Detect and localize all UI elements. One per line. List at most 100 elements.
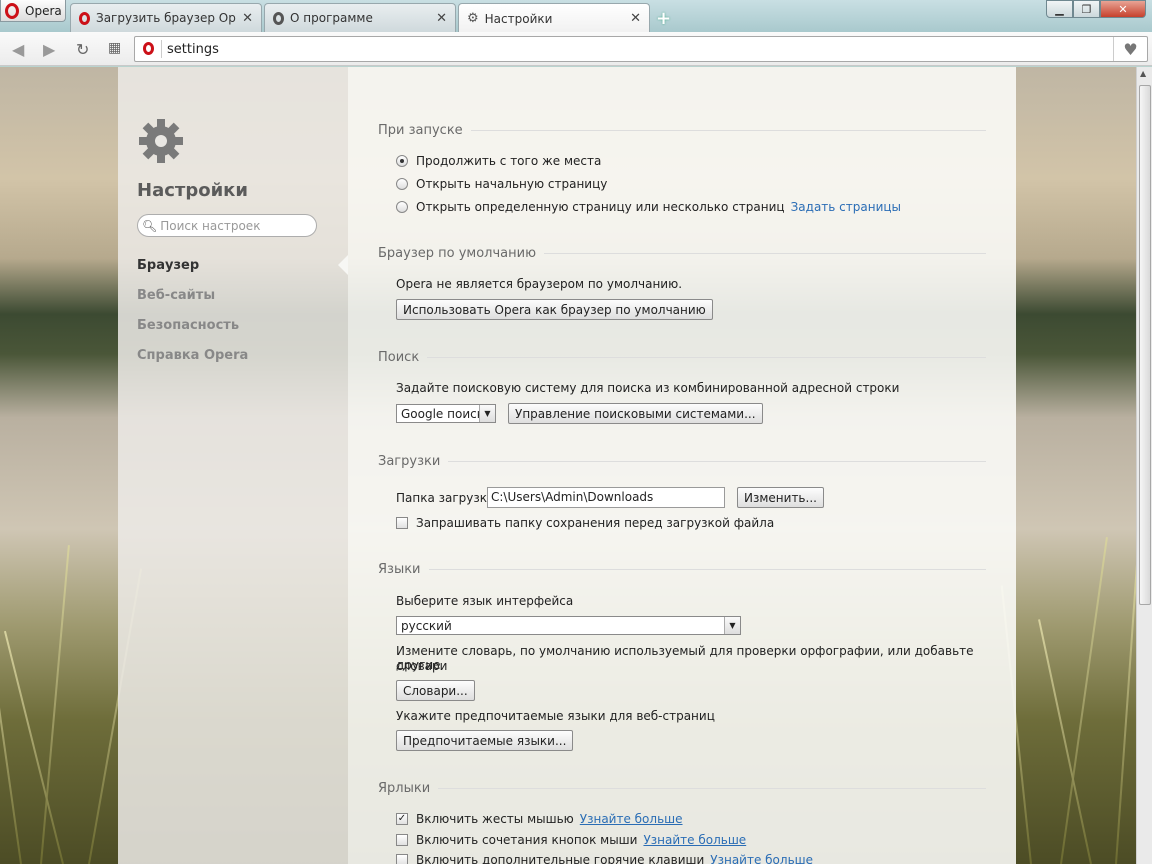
page-scrollbar[interactable]: ▲ <box>1136 67 1152 864</box>
close-icon[interactable]: ✕ <box>630 11 641 26</box>
search-engine-select[interactable]: Google поиск ▼ <box>396 404 496 423</box>
close-icon[interactable]: ✕ <box>242 11 253 26</box>
startup-option-continue[interactable]: Продолжить с того же места <box>396 154 601 168</box>
toolbar: ◀ ▶ ↻ ▦ settings ♥ <box>0 32 1152 66</box>
dictionary-description: Измените словарь, по умолчанию используе… <box>396 644 974 672</box>
manage-search-engines-button[interactable]: Управление поисковыми системами... <box>508 403 763 424</box>
section-title-text: Браузер по умолчанию <box>378 246 537 261</box>
settings-search[interactable]: 🔍︎ <box>137 214 317 237</box>
new-tab-button[interactable]: + <box>656 8 671 29</box>
search-engine-value: Google поиск <box>401 406 484 421</box>
hotkeys-row[interactable]: Включить дополнительные горячие клавиши … <box>396 853 813 864</box>
minimize-icon[interactable]: ▁ <box>1046 0 1073 18</box>
opera-menu-button[interactable]: Opera <box>0 0 66 22</box>
settings-sidebar: Настройки 🔍︎ Браузер Веб-сайты Безопасно… <box>118 67 348 864</box>
sidebar-item-browser[interactable]: Браузер <box>137 258 199 273</box>
section-default-browser-title: Браузер по умолчанию <box>378 246 986 261</box>
section-shortcuts-title: Ярлыки <box>378 781 986 796</box>
opera-logo-icon <box>143 42 154 55</box>
back-icon[interactable]: ◀ <box>12 40 24 59</box>
search-description: Задайте поисковую систему для поиска из … <box>396 381 900 395</box>
checkbox-label: Включить дополнительные горячие клавиши <box>416 853 705 864</box>
preferred-languages-description: Укажите предпочитаемые языки для веб-стр… <box>396 709 715 723</box>
forward-icon[interactable]: ▶ <box>43 40 55 59</box>
address-bar[interactable]: settings ♥ <box>134 36 1148 62</box>
restore-icon[interactable]: ❐ <box>1073 0 1100 18</box>
startup-option-homepage[interactable]: Открыть начальную страницу <box>396 177 607 191</box>
download-folder-field[interactable]: C:\Users\Admin\Downloads <box>487 487 725 508</box>
gear-icon: ⚙ <box>467 11 479 26</box>
learn-more-link[interactable]: Узнайте больше <box>580 812 683 826</box>
address-separator <box>161 40 162 58</box>
tab-about[interactable]: О программе ✕ <box>264 3 456 32</box>
address-url[interactable]: settings <box>167 42 219 57</box>
heart-icon[interactable]: ♥ <box>1113 37 1147 61</box>
section-downloads-title: Загрузки <box>378 454 986 469</box>
dictionary-description-cont: словари <box>396 659 448 673</box>
chevron-down-icon: ▼ <box>724 617 740 634</box>
settings-title: Настройки <box>137 180 249 201</box>
section-startup-title: При запуске <box>378 123 986 138</box>
tab-settings[interactable]: ⚙ Настройки ✕ <box>458 3 650 33</box>
ui-language-select[interactable]: русский ▼ <box>396 616 741 635</box>
settings-content: При запуске Продолжить с того же места О… <box>348 67 1016 864</box>
scroll-up-icon[interactable]: ▲ <box>1140 69 1146 78</box>
learn-more-link[interactable]: Узнайте больше <box>643 833 746 847</box>
radio-specific[interactable] <box>396 201 408 213</box>
tab-download-opera[interactable]: Загрузить браузер Opera ✕ <box>70 3 262 32</box>
opera-menu-label: Opera <box>25 3 62 18</box>
section-title-text: Загрузки <box>378 454 441 469</box>
mouse-gestures-row[interactable]: ✓ Включить жесты мышью Узнайте больше <box>396 812 683 826</box>
window-controls: ▁ ❐ ✕ <box>1046 0 1146 18</box>
dictionaries-button[interactable]: Словари... <box>396 680 475 701</box>
tab-title: Настройки <box>484 11 553 26</box>
close-icon[interactable]: ✕ <box>436 11 447 26</box>
checkbox-label: Запрашивать папку сохранения перед загру… <box>416 516 775 530</box>
sidebar-item-help[interactable]: Справка Opera <box>137 348 248 363</box>
set-pages-link[interactable]: Задать страницы <box>791 200 901 214</box>
section-languages-title: Языки <box>378 562 986 577</box>
radio-continue[interactable] <box>396 155 408 167</box>
preferred-languages-button[interactable]: Предпочитаемые языки... <box>396 730 574 751</box>
hotkeys-checkbox[interactable] <box>396 854 408 864</box>
checkbox-label: Включить сочетания кнопок мыши <box>416 833 638 847</box>
section-title-text: Поиск <box>378 350 420 365</box>
startup-option-specific[interactable]: Открыть определенную страницу или нескол… <box>396 200 901 214</box>
checkbox-label: Включить жесты мышью <box>416 812 574 826</box>
reload-icon[interactable]: ↻ <box>76 40 89 59</box>
make-default-button[interactable]: Использовать Opera как браузер по умолча… <box>396 299 713 320</box>
ui-language-value: русский <box>401 618 452 633</box>
speed-dial-icon[interactable]: ▦ <box>108 40 121 56</box>
close-window-icon[interactable]: ✕ <box>1100 0 1146 18</box>
radio-label: Открыть начальную страницу <box>416 177 608 191</box>
section-search-title: Поиск <box>378 350 986 365</box>
radio-homepage[interactable] <box>396 178 408 190</box>
ask-download-folder-row[interactable]: Запрашивать папку сохранения перед загру… <box>396 516 774 530</box>
sidebar-item-security[interactable]: Безопасность <box>137 318 239 333</box>
sidebar-item-websites[interactable]: Веб-сайты <box>137 288 215 303</box>
settings-search-input[interactable] <box>160 218 311 233</box>
tab-title: Загрузить браузер Opera <box>96 11 236 25</box>
active-pointer <box>338 255 348 275</box>
gear-icon <box>139 119 183 163</box>
title-bar: Opera Загрузить браузер Opera ✕ О програ… <box>0 0 1152 33</box>
mouse-buttons-checkbox[interactable] <box>396 834 408 846</box>
learn-more-link[interactable]: Узнайте больше <box>710 853 813 864</box>
search-icon: 🔍︎ <box>142 218 158 233</box>
mouse-gestures-checkbox[interactable]: ✓ <box>396 813 408 825</box>
change-folder-button[interactable]: Изменить... <box>737 487 824 508</box>
default-browser-status: Opera не является браузером по умолчанию… <box>396 277 683 291</box>
radio-label: Продолжить с того же места <box>416 154 602 168</box>
opera-logo-icon <box>79 11 90 25</box>
download-folder-label: Папка загрузки: <box>396 491 499 505</box>
ask-download-folder-checkbox[interactable] <box>396 517 408 529</box>
tab-title: О программе <box>290 11 373 25</box>
ui-language-label: Выберите язык интерфейса <box>396 594 574 608</box>
opera-logo-icon <box>5 2 19 19</box>
scrollbar-thumb[interactable] <box>1139 85 1151 605</box>
mouse-buttons-row[interactable]: Включить сочетания кнопок мыши Узнайте б… <box>396 833 746 847</box>
radio-label: Открыть определенную страницу или нескол… <box>416 200 785 214</box>
section-title-text: Языки <box>378 562 421 577</box>
section-title-text: При запуске <box>378 123 463 138</box>
chevron-down-icon: ▼ <box>479 405 495 422</box>
